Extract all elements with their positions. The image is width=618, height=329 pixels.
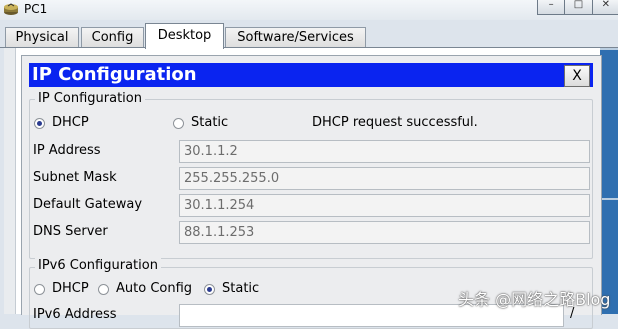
- ipv6-dhcp-radio[interactable]: [34, 284, 45, 295]
- ipv4-dhcp-radio[interactable]: [34, 118, 45, 129]
- ipv6-group-legend: IPv6 Configuration: [35, 258, 161, 273]
- window-controls: – □ ✕: [537, 0, 618, 15]
- subnet-mask-label: Subnet Mask: [33, 170, 117, 185]
- window-title: PC1: [24, 2, 48, 16]
- strip-divider: [600, 48, 618, 50]
- dhcp-status-text: DHCP request successful.: [312, 115, 478, 130]
- ipv6-dhcp-label[interactable]: DHCP: [52, 281, 89, 296]
- close-window-button[interactable]: ✕: [591, 0, 618, 15]
- maximize-button[interactable]: □: [564, 0, 593, 15]
- dns-server-input[interactable]: 88.1.1.253: [179, 221, 590, 244]
- watermark-text: 头条 @网络之路Blog: [458, 290, 611, 309]
- ipv4-static-radio[interactable]: [173, 118, 184, 129]
- tab-desktop[interactable]: Desktop: [145, 23, 224, 49]
- ipv6-address-label: IPv6 Address: [33, 307, 117, 322]
- tab-config[interactable]: Config: [81, 27, 144, 47]
- desktop-left-edge: [4, 48, 16, 314]
- minimize-button[interactable]: –: [537, 0, 566, 15]
- ipv6-autoconfig-radio[interactable]: [98, 284, 109, 295]
- ipv4-dhcp-label[interactable]: DHCP: [52, 115, 89, 130]
- dialog-close-button[interactable]: X: [564, 65, 590, 87]
- tab-software-services[interactable]: Software/Services: [225, 27, 366, 47]
- window-title-bar: PC1 – □ ✕: [0, 0, 618, 20]
- ipv4-group-legend: IP Configuration: [35, 91, 145, 106]
- dialog-title: IP Configuration: [29, 63, 593, 87]
- ip-address-label: IP Address: [33, 143, 101, 158]
- default-gateway-label: Default Gateway: [33, 197, 143, 212]
- tab-physical[interactable]: Physical: [5, 27, 79, 47]
- ipv6-static-label[interactable]: Static: [222, 281, 259, 296]
- dns-server-label: DNS Server: [33, 224, 108, 239]
- desktop-app-strip: [600, 48, 618, 314]
- router-icon: [4, 3, 18, 15]
- ipv6-autoconfig-label[interactable]: Auto Config: [116, 281, 192, 296]
- ipv6-static-radio[interactable]: [204, 284, 215, 295]
- ipv4-static-label[interactable]: Static: [191, 115, 228, 130]
- default-gateway-input[interactable]: 30.1.1.254: [179, 194, 590, 217]
- strip-divider: [600, 198, 618, 200]
- ip-configuration-dialog: IP Configuration X IP Configuration DHCP…: [21, 55, 602, 329]
- tab-strip: Physical Config Desktop Software/Service…: [0, 20, 618, 49]
- ip-address-input[interactable]: 30.1.1.2: [179, 140, 590, 163]
- subnet-mask-input[interactable]: 255.255.255.0: [179, 167, 590, 190]
